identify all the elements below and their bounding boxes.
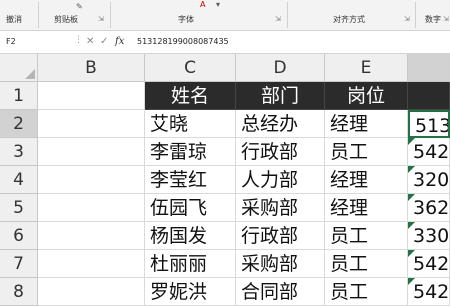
undo-group-label: 撤消 xyxy=(6,15,22,24)
table-cell-name[interactable]: 李莹红 xyxy=(145,166,236,194)
table-cell-name[interactable]: 杜丽丽 xyxy=(145,250,236,278)
clipboard-group-label: 剪贴板 xyxy=(54,15,78,24)
font-group-label: 字体 xyxy=(178,15,194,24)
table-cell-id[interactable]: 3302 xyxy=(408,222,450,250)
alignment-launcher-icon[interactable]: ⇲ xyxy=(404,15,410,23)
table-header-post[interactable]: 岗位 xyxy=(325,82,408,110)
cell-b6[interactable] xyxy=(38,222,145,250)
column-header-d[interactable]: D xyxy=(236,54,325,82)
table-header-dept[interactable]: 部门 xyxy=(236,82,325,110)
table-cell-dept[interactable]: 采购部 xyxy=(236,250,325,278)
table-cell-name[interactable]: 罗妮洪 xyxy=(145,278,236,306)
font-launcher-icon[interactable]: ⇲ xyxy=(275,15,281,23)
cell-b2[interactable] xyxy=(38,110,145,138)
ribbon: 撤消 剪贴板 ✎ ⇲ A ▾ 字体 ⇲ 对齐方式 ⇲ 数字 ⇲ xyxy=(0,0,450,31)
name-box-dropdown-icon[interactable]: ⋮ xyxy=(74,35,83,45)
column-header-e[interactable]: E xyxy=(325,54,408,82)
table-cell-post[interactable]: 经理 xyxy=(325,194,408,222)
alignment-group-label: 对齐方式 xyxy=(333,15,365,24)
ribbon-separator xyxy=(38,2,39,28)
cancel-icon[interactable]: ✕ xyxy=(86,34,94,50)
row-header-5[interactable]: 5 xyxy=(0,194,38,222)
enter-icon[interactable]: ✓ xyxy=(100,34,108,50)
cell-b5[interactable] xyxy=(38,194,145,222)
cell-b4[interactable] xyxy=(38,166,145,194)
row-header-3[interactable]: 3 xyxy=(0,138,38,166)
table-cell-dept[interactable]: 行政部 xyxy=(236,138,325,166)
table-header-name[interactable]: 姓名 xyxy=(145,82,236,110)
row-header-8[interactable]: 8 xyxy=(0,278,38,306)
table-cell-dept[interactable]: 总经办 xyxy=(236,110,325,138)
error-indicator-icon xyxy=(408,250,415,257)
font-dropdown-icon[interactable]: ▾ xyxy=(216,0,220,9)
cell-b8[interactable] xyxy=(38,278,145,306)
select-all-button[interactable] xyxy=(0,54,38,82)
error-indicator-icon xyxy=(408,278,415,285)
table-cell-id[interactable]: 5424 xyxy=(408,278,450,306)
table-cell-id[interactable]: 5422 xyxy=(408,138,450,166)
column-header-c[interactable]: C xyxy=(145,54,236,82)
clipboard-launcher-icon[interactable]: ⇲ xyxy=(98,15,104,23)
name-box[interactable]: F2 xyxy=(2,34,70,50)
table-cell-dept[interactable]: 合同部 xyxy=(236,278,325,306)
insert-function-icon[interactable]: fx xyxy=(115,34,124,50)
cell-b3[interactable] xyxy=(38,138,145,166)
error-indicator-icon xyxy=(408,138,415,145)
selected-cell-f2[interactable]: 5131 xyxy=(408,110,450,138)
row-header-2[interactable]: 2 xyxy=(0,110,38,138)
ribbon-separator xyxy=(415,2,416,28)
row-header-1[interactable]: 1 xyxy=(0,82,38,110)
number-launcher-icon[interactable]: ⇲ xyxy=(443,15,449,23)
formula-input[interactable]: 513128199008087435 xyxy=(137,34,229,50)
table-cell-dept[interactable]: 人力部 xyxy=(236,166,325,194)
cell-b7[interactable] xyxy=(38,250,145,278)
table-header-id[interactable] xyxy=(408,82,450,110)
table-cell-post[interactable]: 员工 xyxy=(325,138,408,166)
table-cell-post[interactable]: 经理 xyxy=(325,110,408,138)
table-cell-id[interactable]: 3201 xyxy=(408,166,450,194)
table-cell-post[interactable]: 经理 xyxy=(325,166,408,194)
table-cell-id[interactable]: 5423 xyxy=(408,250,450,278)
table-cell-name[interactable]: 艾晓 xyxy=(145,110,236,138)
formula-bar: F2 ⋮ ✕ ✓ fx 513128199008087435 xyxy=(0,31,450,54)
table-cell-name[interactable]: 杨国发 xyxy=(145,222,236,250)
number-group-label: 数字 xyxy=(425,15,441,24)
error-indicator-icon xyxy=(408,222,415,229)
error-indicator-icon xyxy=(408,166,415,173)
column-header-b[interactable]: B xyxy=(38,54,145,82)
row-header-7[interactable]: 7 xyxy=(0,250,38,278)
table-cell-name[interactable]: 伍园飞 xyxy=(145,194,236,222)
table-cell-dept[interactable]: 行政部 xyxy=(236,222,325,250)
error-indicator-icon xyxy=(408,194,415,201)
cell-b1[interactable] xyxy=(38,82,145,110)
row-header-6[interactable]: 6 xyxy=(0,222,38,250)
table-cell-post[interactable]: 员工 xyxy=(325,250,408,278)
row-header-4[interactable]: 4 xyxy=(0,166,38,194)
font-color-icon[interactable]: A xyxy=(200,0,205,9)
table-cell-dept[interactable]: 采购部 xyxy=(236,194,325,222)
column-header-f[interactable] xyxy=(408,54,450,82)
table-cell-post[interactable]: 员工 xyxy=(325,278,408,306)
ribbon-separator xyxy=(287,2,288,28)
worksheet-grid: B C D E 1 2 3 4 5 6 7 8 姓名 部门 岗位 艾晓 总经办 … xyxy=(0,54,450,306)
table-cell-name[interactable]: 李雷琼 xyxy=(145,138,236,166)
format-painter-icon[interactable]: ✎ xyxy=(76,2,83,11)
ribbon-separator xyxy=(110,2,111,28)
table-cell-post[interactable]: 员工 xyxy=(325,222,408,250)
table-cell-id[interactable]: 3625 xyxy=(408,194,450,222)
